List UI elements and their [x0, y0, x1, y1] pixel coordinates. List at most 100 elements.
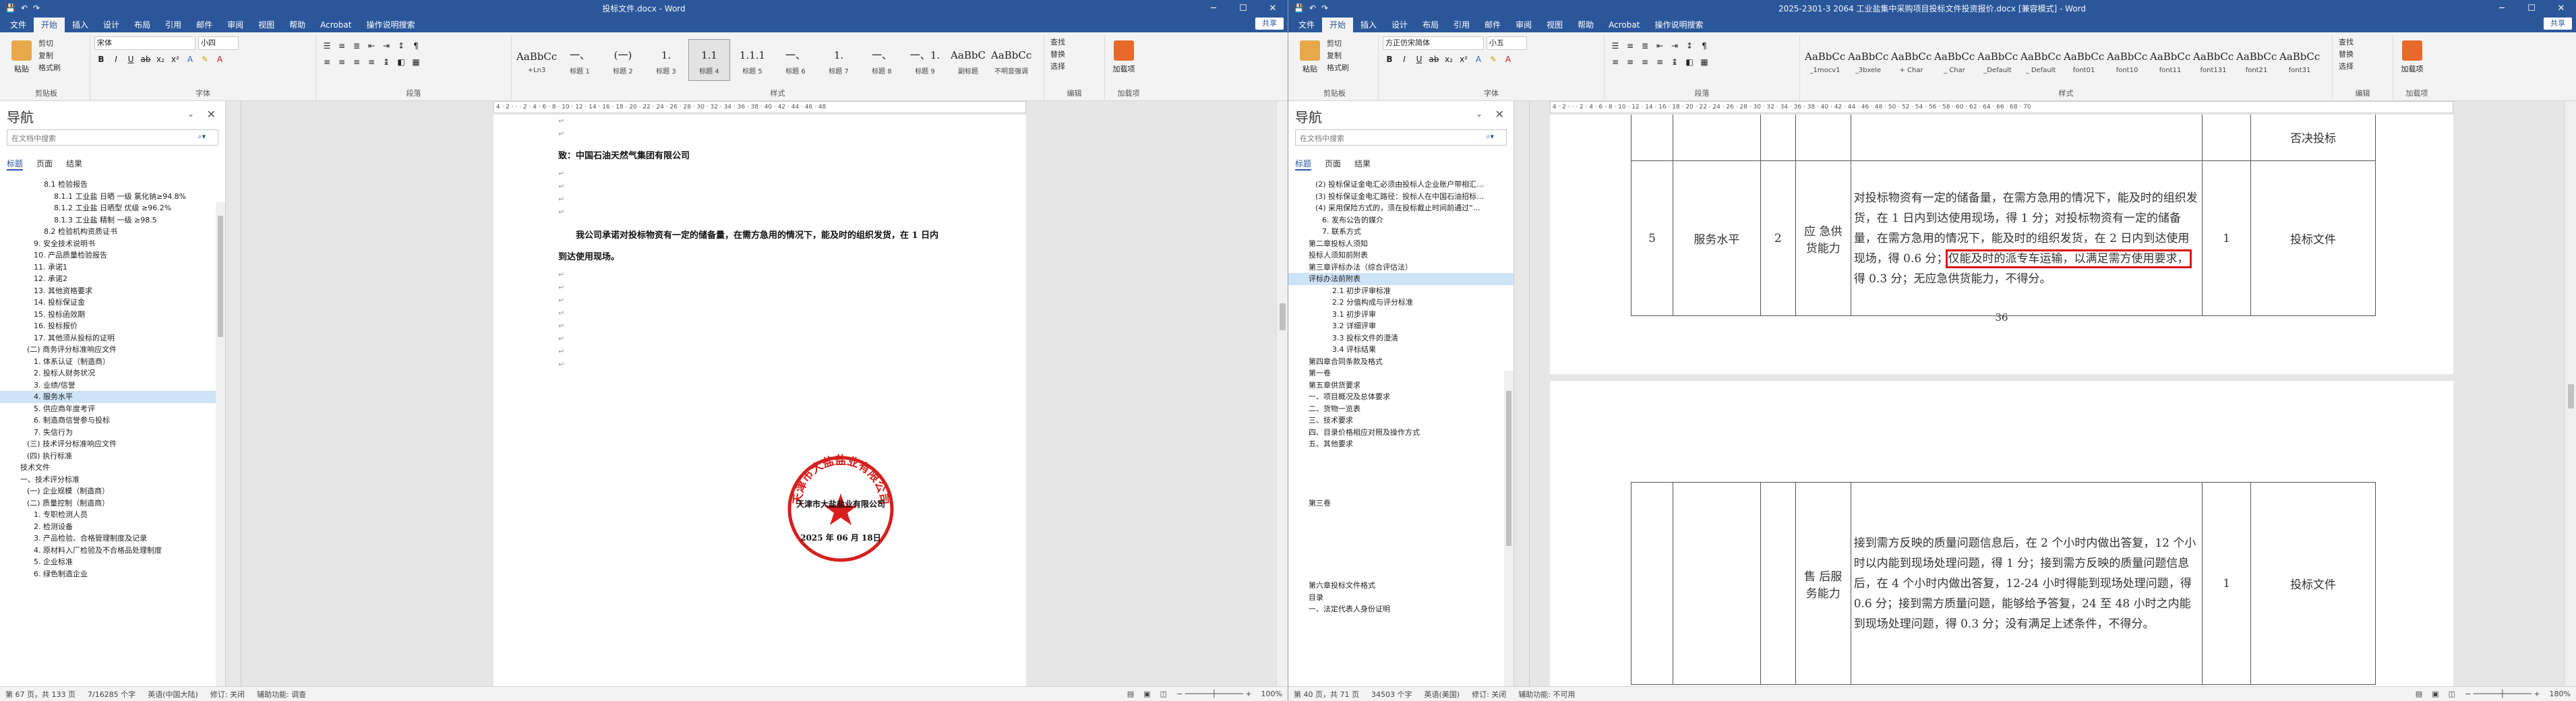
style-gallery-item[interactable]: (一) 标题 2 [602, 39, 644, 81]
sort-icon[interactable]: ↕ [394, 39, 408, 53]
nav-heading-item[interactable]: 15. 投标函效期 [0, 309, 225, 321]
replace-button[interactable]: 替换 [2337, 49, 2389, 61]
language-indicator[interactable]: 英语(中国大陆) [148, 689, 198, 700]
font-name-box[interactable]: 宋体 [94, 36, 196, 50]
borders-icon[interactable]: ▦ [1698, 55, 1711, 69]
style-gallery-item[interactable]: AaBbCcI _ Char [1934, 39, 1975, 81]
style-gallery-item[interactable]: 1. 标题 7 [818, 39, 860, 81]
zoom-slider[interactable]: − ──────┼────── + [2465, 690, 2540, 698]
nav-heading-item[interactable]: 3.1 初步评审 [1288, 309, 1514, 321]
justify-icon[interactable]: ≡ [365, 55, 378, 69]
increase-indent-icon[interactable]: ⇥ [1668, 39, 1681, 53]
cut-button[interactable]: 剪切 [36, 38, 63, 50]
addins-button[interactable]: 加载项 [1109, 36, 1139, 74]
nav-heading-item[interactable]: 6. 绿色制造企业 [0, 568, 225, 580]
nav-heading-item[interactable]: (二) 质量控制（制造商） [0, 497, 225, 510]
style-gallery-item[interactable]: 一、 标题 8 [861, 39, 903, 81]
strikethrough-icon[interactable]: ab [1427, 53, 1441, 66]
tab-view[interactable]: 视图 [251, 18, 282, 32]
nav-heading-item[interactable] [1288, 462, 1514, 474]
nav-heading-item[interactable]: 3.4 评标结果 [1288, 344, 1514, 356]
nav-heading-item[interactable]: 16. 投标报价 [0, 320, 225, 332]
nav-close-icon[interactable]: ✕ [207, 108, 216, 121]
nav-heading-item[interactable]: 8.1.2 工业盐 日晒型 优级 ≥96.2% [0, 202, 225, 214]
nav-heading-item[interactable]: 二、货物一览表 [1288, 403, 1514, 415]
style-gallery-item[interactable]: AaBbCcC_1mocv1 [1804, 39, 1846, 81]
tab-file[interactable]: 文件 [1291, 18, 1322, 32]
underline-icon[interactable]: U [124, 53, 138, 66]
read-mode-icon[interactable]: ▤ [1127, 690, 1134, 698]
highlight-icon[interactable]: ✎ [198, 53, 212, 66]
redo-icon[interactable]: ↷ [1321, 3, 1328, 13]
select-button[interactable]: 选择 [2337, 61, 2389, 73]
tab-file[interactable]: 文件 [3, 18, 34, 32]
nav-heading-item[interactable]: 第六章投标文件格式 [1288, 580, 1514, 592]
nav-options-icon[interactable]: ⌄ [1476, 109, 1482, 119]
nav-heading-item[interactable]: 9. 安全技术说明书 [0, 238, 225, 250]
style-gallery-item[interactable]: AaBbCc font31 [2279, 39, 2320, 81]
nav-tab-pages[interactable]: 页面 [36, 158, 53, 171]
nav-heading-item[interactable] [1288, 521, 1514, 533]
document-scrollbar[interactable] [1276, 101, 1288, 686]
word-count[interactable]: 7/16285 个字 [88, 689, 136, 700]
style-gallery-item[interactable]: AaBbCcDfont10 [2106, 39, 2148, 81]
print-layout-icon[interactable]: ▣ [2432, 690, 2438, 698]
document-page[interactable]: ↵ ↵ 致：中国石油天然气集团有限公司 ↵ ↵ ↵ ↵ 我公司承诺对投标物资有一定的储备… [493, 115, 1026, 686]
font-size-box[interactable]: 小五 [1486, 36, 1527, 50]
decrease-indent-icon[interactable]: ⇤ [365, 39, 378, 53]
nav-heading-item[interactable] [1288, 568, 1514, 580]
tab-acrobat[interactable]: Acrobat [313, 18, 359, 32]
nav-heading-item[interactable]: 11. 承诺1 [0, 262, 225, 274]
text-effects-icon[interactable]: A [1472, 53, 1485, 66]
style-gallery-item[interactable]: AaBbCcDc_ Default [2020, 39, 2062, 81]
accessibility-status[interactable]: 辅助功能: 调查 [257, 689, 306, 700]
align-center-icon[interactable]: ≡ [335, 55, 349, 69]
nav-close-icon[interactable]: ✕ [1495, 108, 1504, 121]
nav-heading-item[interactable]: 4. 服务水平 [0, 391, 225, 403]
format-painter-button[interactable]: 格式刷 [36, 62, 63, 74]
web-layout-icon[interactable]: ◫ [1160, 690, 1167, 698]
tab-review[interactable]: 审阅 [1508, 18, 1539, 32]
nav-scrollbar[interactable] [1504, 371, 1514, 686]
nav-heading-item[interactable]: 第一卷 [1288, 367, 1514, 379]
nav-heading-item[interactable]: 评标办法前附表 [1288, 273, 1514, 285]
bold-icon[interactable]: B [94, 53, 108, 66]
superscript-icon[interactable]: x² [169, 53, 182, 66]
undo-icon[interactable]: ↶ [21, 3, 28, 13]
style-gallery-item[interactable]: 一、 标题 6 [775, 39, 816, 81]
nav-heading-item[interactable]: 三、技术要求 [1288, 415, 1514, 427]
show-marks-icon[interactable]: ¶ [1698, 39, 1711, 53]
nav-heading-item[interactable] [1288, 545, 1514, 557]
tab-home[interactable]: 开始 [1322, 18, 1354, 32]
superscript-icon[interactable]: x² [1457, 53, 1470, 66]
nav-heading-item[interactable]: 2. 投标人财务状况 [0, 367, 225, 379]
tab-design[interactable]: 设计 [1384, 18, 1415, 32]
web-layout-icon[interactable]: ◫ [2449, 690, 2455, 698]
borders-icon[interactable]: ▦ [409, 55, 423, 69]
find-button[interactable]: 查找 [1048, 36, 1100, 49]
tab-acrobat[interactable]: Acrobat [1601, 18, 1647, 32]
nav-heading-item[interactable]: 3.3 投标文件的澄清 [1288, 332, 1514, 344]
zoom-slider[interactable]: − ──────┼────── + [1176, 690, 1252, 698]
tab-help[interactable]: 帮助 [1570, 18, 1601, 32]
font-size-box[interactable]: 小四 [198, 36, 239, 50]
cut-button[interactable]: 剪切 [1325, 38, 1351, 50]
font-color-icon[interactable]: A [213, 53, 227, 66]
nav-heading-item[interactable]: 8.1.1 工业盐 日晒 一级 氯化钠≥94.8% [0, 191, 225, 203]
style-gallery-item[interactable]: AaBbCcDdfont131 [2192, 39, 2234, 81]
style-gallery-item[interactable]: 一、1. 标题 9 [904, 39, 946, 81]
style-gallery-item[interactable]: AaBbCcDdfont21 [2236, 39, 2277, 81]
nav-heading-item[interactable]: (4) 采用保险方式的，须在投标截止时间前通过“… [1288, 202, 1514, 214]
nav-heading-item[interactable] [1288, 532, 1514, 545]
addins-button[interactable]: 加载项 [2397, 36, 2427, 74]
select-button[interactable]: 选择 [1048, 61, 1100, 73]
read-mode-icon[interactable]: ▤ [2416, 690, 2422, 698]
nav-heading-item[interactable]: 投标人须知前附表 [1288, 249, 1514, 262]
nav-search-input[interactable]: 在文档中搜索 ⌕▾ [1295, 129, 1507, 146]
style-gallery-item[interactable]: AaBbCcD不明显强调 [990, 39, 1032, 81]
nav-heading-item[interactable] [1288, 450, 1514, 462]
nav-heading-item[interactable]: 一、技术评分标准 [0, 474, 225, 486]
page-indicator[interactable]: 第 40 页，共 71 页 [1294, 689, 1359, 700]
nav-heading-item[interactable]: 3. 业绩/信誉 [0, 379, 225, 392]
align-left-icon[interactable]: ≡ [1609, 55, 1622, 69]
